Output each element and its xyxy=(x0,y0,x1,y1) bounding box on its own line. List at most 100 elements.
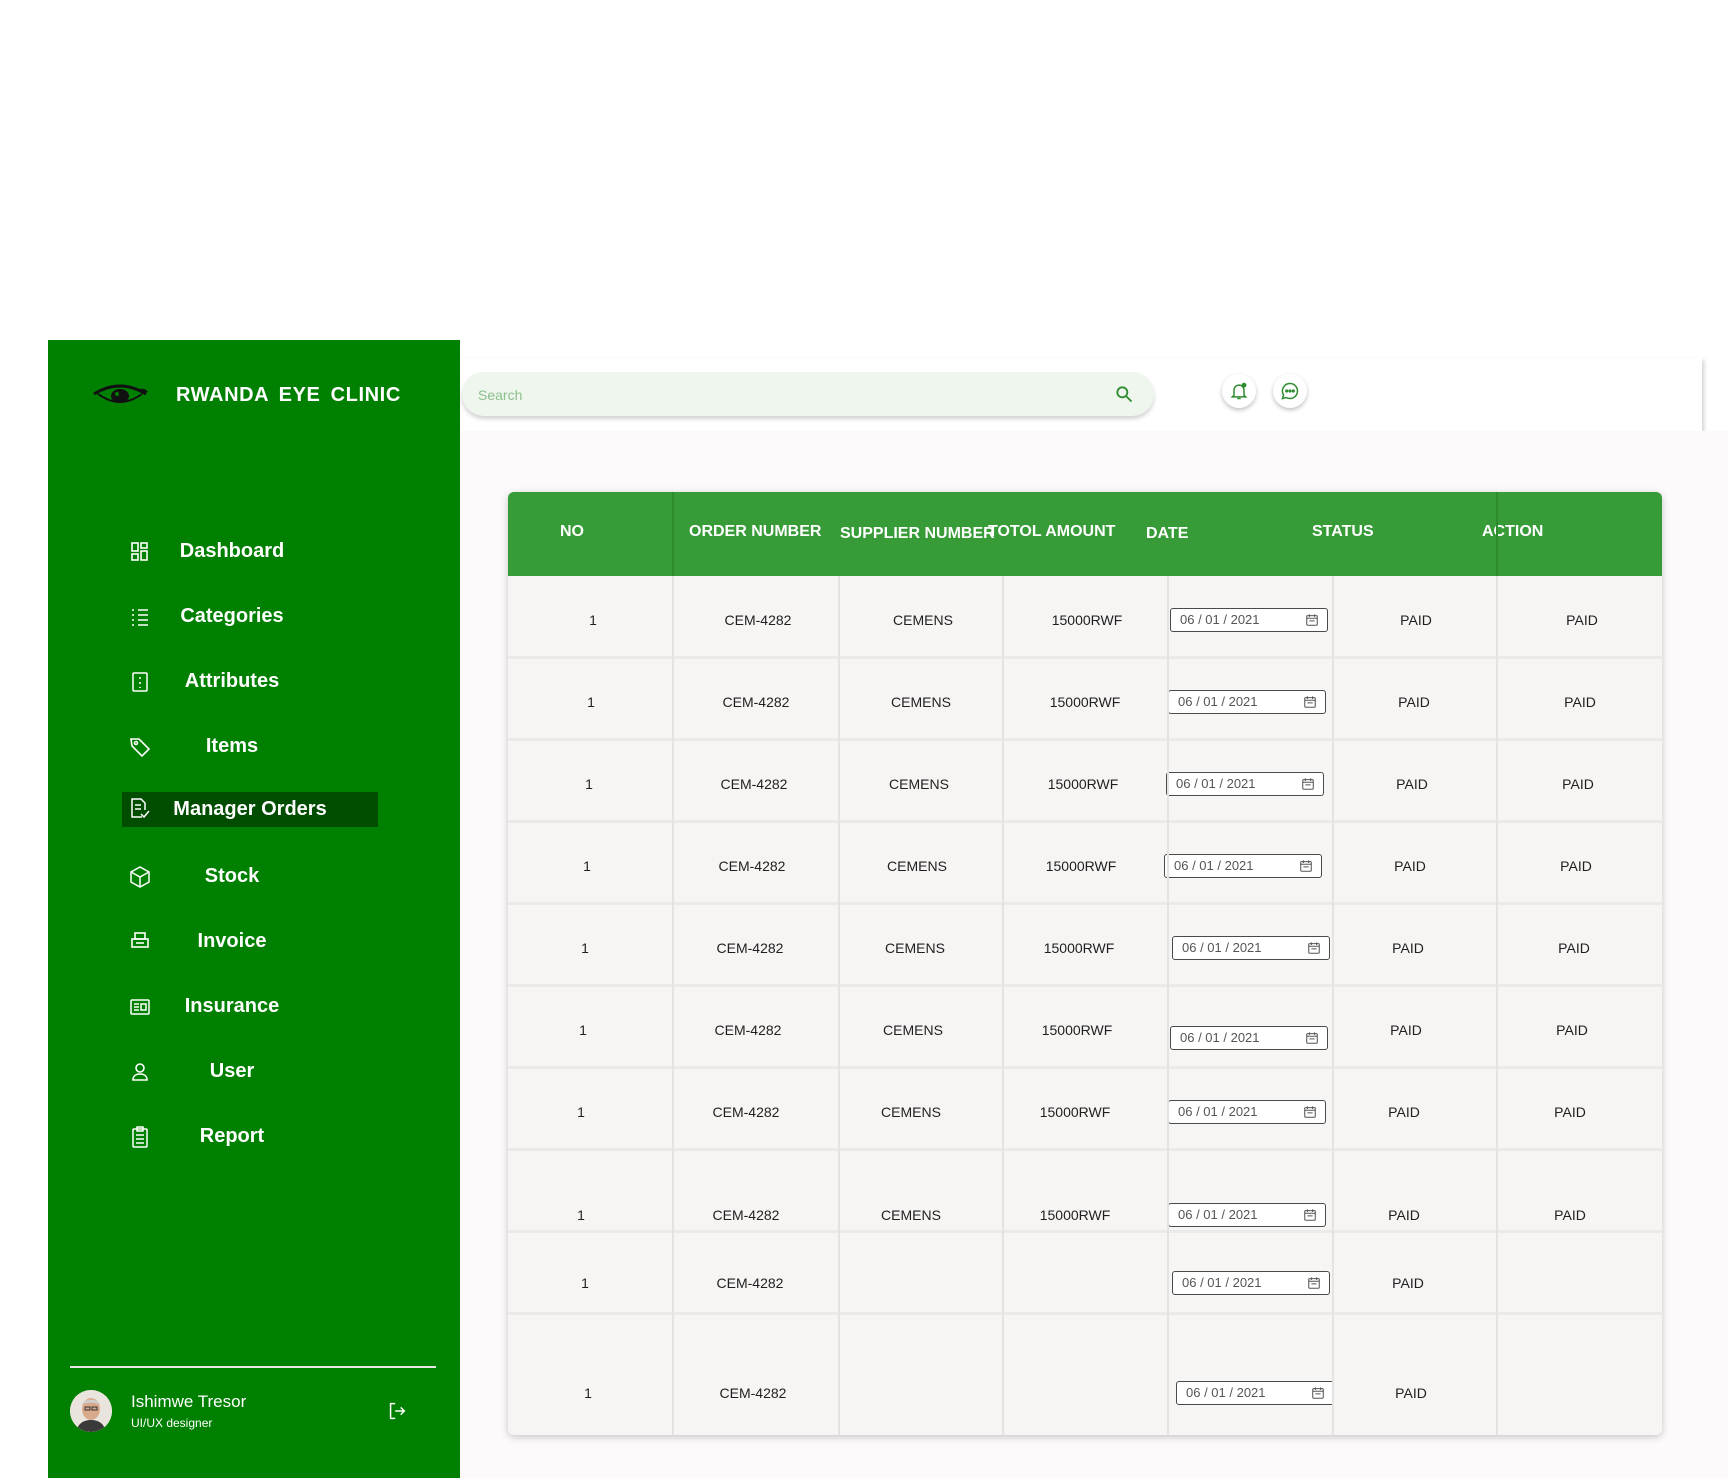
calendar-icon[interactable] xyxy=(1303,1208,1317,1222)
row-divider xyxy=(508,1230,1662,1233)
sidebar-item-label: Manager Orders xyxy=(173,798,327,820)
column-header-no[interactable]: NO xyxy=(560,523,584,541)
calendar-icon[interactable] xyxy=(1299,859,1313,873)
search-input[interactable] xyxy=(476,383,1080,407)
sidebar-item-attributes[interactable]: Attributes xyxy=(48,656,460,721)
table-cell-action: PAID xyxy=(1556,1022,1588,1038)
row-divider xyxy=(508,738,1662,741)
table-cell-action: PAID xyxy=(1554,1207,1586,1223)
table-cell-amount: 15000RWF xyxy=(1039,1207,1111,1223)
column-header-supplier-number[interactable]: SUPPLIER NUMBER xyxy=(840,525,995,543)
sidebar-item-stock[interactable]: Stock xyxy=(48,851,460,916)
sidebar-item-categories[interactable]: Categories xyxy=(48,591,460,656)
table-cell-order: CEM-4282 xyxy=(720,776,788,792)
avatar-image xyxy=(70,1390,112,1432)
sidebar: RWANDA EYE CLINIC Dashboard Categories A… xyxy=(48,340,460,1478)
row-divider xyxy=(508,1148,1662,1151)
sidebar-item-manager-orders[interactable]: Manager Orders xyxy=(48,786,460,851)
table-cell-supplier: CEMENS xyxy=(891,694,951,710)
table-cell-supplier: CEMENS xyxy=(889,776,949,792)
date-picker-field[interactable]: 06 / 01 / 2021 xyxy=(1166,772,1324,796)
calendar-icon[interactable] xyxy=(1303,1105,1317,1119)
calendar-icon[interactable] xyxy=(1301,777,1315,791)
row-divider xyxy=(508,1312,1662,1315)
calendar-icon[interactable] xyxy=(1303,695,1317,709)
table-cell-no: 1 xyxy=(581,1275,589,1291)
table-cell-amount: 15000RWF xyxy=(1039,1104,1111,1120)
table-cell-no: 1 xyxy=(577,1207,585,1223)
table-cell-supplier: CEMENS xyxy=(885,940,945,956)
table-cell-amount: 15000RWF xyxy=(1045,858,1117,874)
sidebar-item-label: Dashboard xyxy=(179,540,285,562)
sidebar-item-invoice[interactable]: Invoice xyxy=(48,916,460,981)
table-cell-status: PAID xyxy=(1400,612,1432,628)
search-icon[interactable] xyxy=(1114,384,1134,404)
sidebar-item-label: Report xyxy=(199,1125,265,1147)
table-cell-supplier: CEMENS xyxy=(887,858,947,874)
table-cell-order: CEM-4282 xyxy=(716,1275,784,1291)
calendar-icon[interactable] xyxy=(1311,1386,1325,1400)
sidebar-item-insurance[interactable]: Insurance xyxy=(48,981,460,1046)
date-picker-field[interactable]: 06 / 01 / 2021 xyxy=(1164,854,1322,878)
table-cell-no: 1 xyxy=(585,776,593,792)
table-cell-status: PAID xyxy=(1388,1207,1420,1223)
date-value: 06 / 01 / 2021 xyxy=(1182,1275,1262,1290)
notifications-button[interactable] xyxy=(1222,374,1256,408)
calendar-icon[interactable] xyxy=(1305,613,1319,627)
table-cell-no: 1 xyxy=(577,1104,585,1120)
chat-icon xyxy=(1281,382,1299,400)
sidebar-item-user[interactable]: User xyxy=(48,1046,460,1111)
row-divider xyxy=(508,902,1662,905)
date-value: 06 / 01 / 2021 xyxy=(1180,612,1260,627)
profile-role: UI/UX designer xyxy=(131,1416,213,1430)
calendar-icon[interactable] xyxy=(1307,941,1321,955)
column-header-total-amount[interactable]: TOTOL AMOUNT xyxy=(988,523,1115,541)
calendar-icon[interactable] xyxy=(1307,1276,1321,1290)
table-cell-no: 1 xyxy=(584,1385,592,1401)
sidebar-item-report[interactable]: Report xyxy=(48,1111,460,1176)
date-value: 06 / 01 / 2021 xyxy=(1186,1385,1266,1400)
search-box[interactable] xyxy=(462,372,1154,416)
sidebar-item-label: Invoice xyxy=(197,930,267,952)
logout-icon[interactable] xyxy=(386,1400,408,1422)
calendar-icon[interactable] xyxy=(1305,1031,1319,1045)
sidebar-item-label: User xyxy=(209,1060,255,1082)
date-picker-field[interactable]: 06 / 01 / 2021 xyxy=(1168,690,1326,714)
table-cell-amount: 15000RWF xyxy=(1041,1022,1113,1038)
sidebar-item-dashboard[interactable]: Dashboard xyxy=(48,526,460,591)
table-cell-status: PAID xyxy=(1395,1385,1427,1401)
orders-table: NO ORDER NUMBER SUPPLIER NUMBER TOTOL AM… xyxy=(508,492,1662,1435)
date-picker-field[interactable]: 06 / 01 / 2021 xyxy=(1168,1100,1326,1124)
eye-logo-icon xyxy=(93,384,148,403)
table-cell-order: CEM-4282 xyxy=(716,940,784,956)
column-header-status[interactable]: STATUS xyxy=(1312,523,1374,541)
column-header-order-number[interactable]: ORDER NUMBER xyxy=(689,523,821,541)
table-cell-order: CEM-4282 xyxy=(712,1207,780,1223)
date-value: 06 / 01 / 2021 xyxy=(1178,1104,1258,1119)
column-header-action[interactable]: ACTION xyxy=(1482,523,1543,541)
date-picker-field[interactable]: 06 / 01 / 2021 xyxy=(1170,1026,1328,1050)
sidebar-item-label: Categories xyxy=(180,605,284,627)
sidebar-nav: Dashboard Categories Attributes Items Ma… xyxy=(48,526,460,1176)
avatar[interactable] xyxy=(70,1390,112,1432)
table-cell-status: PAID xyxy=(1396,776,1428,792)
date-value: 06 / 01 / 2021 xyxy=(1176,776,1256,791)
sidebar-divider xyxy=(70,1366,436,1368)
table-cell-action: PAID xyxy=(1558,940,1590,956)
date-picker-field[interactable]: 06 / 01 / 2021 xyxy=(1168,1203,1326,1227)
column-header-date[interactable]: DATE xyxy=(1146,525,1188,543)
column-divider xyxy=(1496,492,1498,576)
column-divider xyxy=(672,492,674,576)
brand: RWANDA EYE CLINIC xyxy=(92,380,401,410)
column-divider xyxy=(1002,576,1004,1435)
date-value: 06 / 01 / 2021 xyxy=(1178,1207,1258,1222)
table-cell-status: PAID xyxy=(1388,1104,1420,1120)
date-picker-field[interactable]: 06 / 01 / 2021 xyxy=(1170,608,1328,632)
date-picker-field[interactable]: 06 / 01 / 2021 xyxy=(1176,1381,1334,1405)
date-picker-field[interactable]: 06 / 01 / 2021 xyxy=(1172,1271,1330,1295)
sidebar-item-items[interactable]: Items xyxy=(48,721,460,786)
date-value: 06 / 01 / 2021 xyxy=(1180,1030,1260,1045)
table-header: NO ORDER NUMBER SUPPLIER NUMBER TOTOL AM… xyxy=(508,492,1662,576)
date-picker-field[interactable]: 06 / 01 / 2021 xyxy=(1172,936,1330,960)
messages-button[interactable] xyxy=(1273,374,1307,408)
